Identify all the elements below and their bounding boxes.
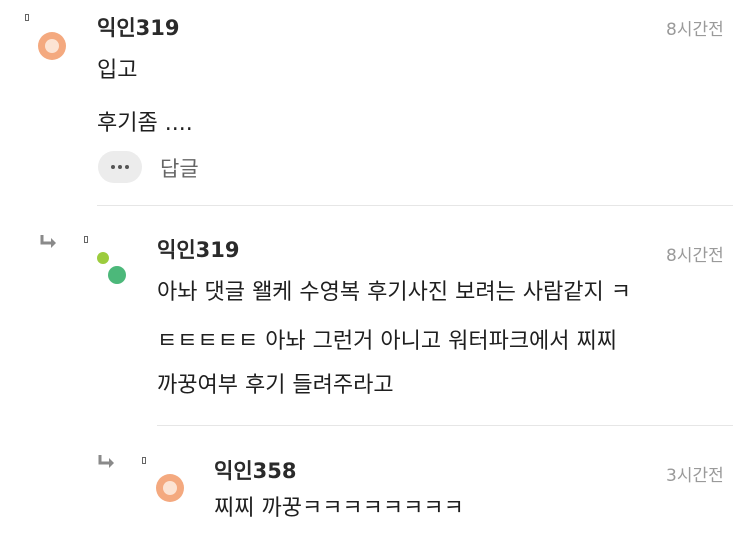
pin-icon — [142, 457, 146, 464]
avatar — [156, 474, 184, 502]
comment-text-line: 입고 — [97, 58, 138, 83]
comment-nickname: 익인358 — [214, 459, 297, 483]
avatar — [108, 266, 126, 284]
comment-nickname: 익인319 — [97, 16, 180, 40]
comment-time: 3시간전 — [666, 466, 724, 486]
comment-text-line: 찌찌 까꿍ㅋㅋㅋㅋㅋㅋㅋㅋ — [214, 496, 464, 521]
divider — [157, 425, 733, 426]
comment-text-line: 아놔 댓글 왤케 수영복 후기사진 보려는 사람같지 ㅋ — [157, 280, 631, 305]
comment-text-line: ㅌㅌㅌㅌㅌ 아놔 그런거 아니고 워터파크에서 찌찌 — [157, 329, 618, 354]
comment-nickname: 익인319 — [157, 238, 240, 262]
reply-button[interactable]: 답글 — [160, 153, 199, 183]
more-options-button[interactable] — [98, 151, 142, 183]
comment-text-line: 후기좀 .... — [97, 111, 193, 136]
avatar — [97, 252, 109, 264]
divider — [97, 205, 733, 206]
pin-icon — [84, 236, 88, 243]
more-dots-icon — [111, 165, 115, 169]
reply-arrow-icon — [40, 234, 58, 250]
comment-text-line: 까꿍여부 후기 들려주라고 — [157, 373, 394, 398]
avatar — [38, 32, 66, 60]
comment-time: 8시간전 — [666, 20, 724, 40]
comment-time: 8시간전 — [666, 246, 724, 266]
pin-icon — [25, 14, 29, 21]
reply-arrow-icon — [98, 454, 116, 470]
